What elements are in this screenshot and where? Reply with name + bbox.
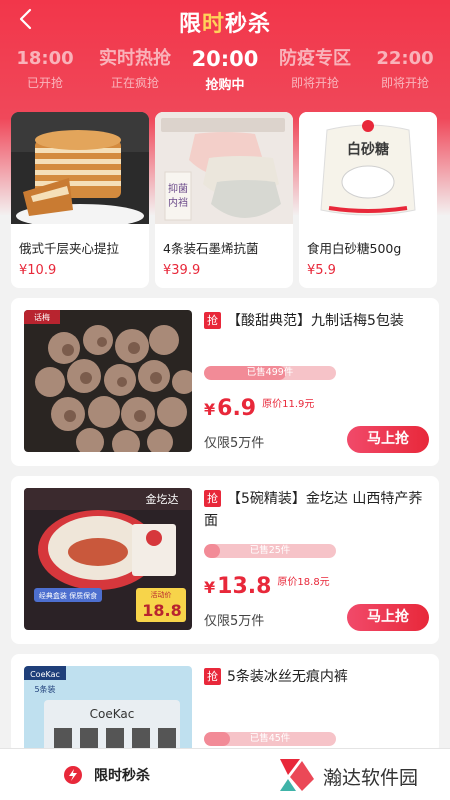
tab-status: 已开抢 bbox=[26, 76, 63, 90]
original-price: 原价11.9元 bbox=[262, 399, 315, 410]
product-name: 4条装石墨烯抗菌 bbox=[163, 241, 259, 256]
sold-count: 已售499件 bbox=[246, 367, 294, 378]
buy-now-button[interactable]: 马上抢 bbox=[347, 426, 429, 453]
tab-status: 即将开抢 bbox=[380, 76, 429, 90]
product-name: 俄式千层夹心提拉 bbox=[19, 241, 120, 256]
sale-price: 6.9 bbox=[217, 396, 257, 421]
sold-progress-bar: 已售45件 bbox=[204, 732, 336, 746]
image-brand: CoeKac bbox=[30, 670, 60, 679]
featured-products: 俄式千层夹心提拉 ¥10.9 抑菌 内裆 4条装石墨烯抗菌 ¥39.9 白砂糖 … bbox=[11, 112, 439, 288]
qiang-badge: 抢 bbox=[204, 668, 221, 685]
item-title-text: 5条装冰丝无痕内裤 bbox=[227, 669, 348, 685]
item-title: 抢 5条装冰丝无痕内裤 bbox=[204, 666, 429, 688]
sale-price: 13.8 bbox=[217, 574, 272, 599]
product-name: 食用白砂糖500g bbox=[307, 241, 402, 256]
item-details: 抢【5碗精装】金圪达 山西特产荞面 已售25件 ¥ 13.8 原价18.8元 仅… bbox=[204, 488, 429, 638]
product-price: ¥39.9 bbox=[163, 263, 201, 278]
tab-time: 18:00 bbox=[16, 48, 74, 69]
price-row: ¥ 6.9 原价11.9元 bbox=[204, 396, 314, 421]
buy-now-button[interactable]: 马上抢 bbox=[347, 604, 429, 631]
tab-flash-sale[interactable]: 限时秒杀 bbox=[64, 765, 150, 785]
image-caption-2: 内裆 bbox=[168, 196, 188, 209]
tab-status: 抢购中 bbox=[205, 78, 245, 93]
flash-sale-item[interactable]: 金圪达 经典盒装 保质保食 活动价 18.8 抢【5碗精装】金圪达 山西特产荞面… bbox=[11, 476, 439, 644]
tab-time: 22:00 bbox=[376, 48, 434, 69]
item-title: 抢【酸甜典范】九制话梅5包装 bbox=[204, 310, 429, 332]
product-image: 白砂糖 bbox=[299, 112, 437, 224]
tab-time: 防疫专区 bbox=[279, 48, 351, 69]
watermark-text: 瀚达软件园 bbox=[323, 767, 419, 789]
image-caption-1: 抑菌 bbox=[168, 183, 188, 195]
sold-count: 已售25件 bbox=[249, 545, 291, 556]
product-image: 话梅 bbox=[24, 310, 192, 452]
title-part-1: 限 bbox=[178, 12, 202, 37]
image-brand-large: CoeKac bbox=[90, 707, 135, 721]
item-details: 抢【酸甜典范】九制话梅5包装 已售499件 ¥ 6.9 原价11.9元 仅限5万… bbox=[204, 310, 429, 460]
bottom-tab-bar: 限时秒杀 瀚达软件园 bbox=[0, 748, 450, 800]
image-badge: 经典盒装 保质保食 bbox=[39, 591, 97, 600]
price-row: ¥ 13.8 原价18.8元 bbox=[204, 574, 330, 599]
title-part-2: 秒杀 bbox=[225, 12, 272, 37]
image-caption: 话梅 bbox=[34, 312, 50, 322]
product-price: ¥10.9 bbox=[19, 263, 57, 278]
tab-time: 实时热抢 bbox=[99, 48, 171, 69]
tab-1800[interactable]: 18:00 已开抢 bbox=[0, 46, 90, 102]
item-title: 抢【5碗精装】金圪达 山西特产荞面 bbox=[204, 488, 429, 532]
image-brand: 金圪达 bbox=[146, 492, 179, 506]
product-image: 抑菌 内裆 bbox=[155, 112, 293, 224]
product-image: CoeKac 5条装 CoeKac bbox=[24, 666, 192, 754]
stock-limit: 仅限5万件 bbox=[204, 436, 265, 451]
title-highlight: 时 bbox=[201, 12, 225, 37]
tab-epidemic-zone[interactable]: 防疫专区 即将开抢 bbox=[270, 46, 360, 102]
image-caption: 白砂糖 bbox=[347, 141, 389, 158]
sold-progress-bar: 已售25件 bbox=[204, 544, 336, 558]
qiang-badge: 抢 bbox=[204, 312, 221, 329]
currency-symbol: ¥ bbox=[204, 400, 216, 419]
featured-card[interactable]: 白砂糖 食用白砂糖500g ¥5.9 bbox=[299, 112, 437, 288]
tab-time: 20:00 bbox=[191, 47, 259, 71]
item-title-text: 【5碗精装】金圪达 山西特产荞面 bbox=[204, 491, 423, 529]
tab-status: 即将开抢 bbox=[290, 76, 339, 90]
product-image: 金圪达 经典盒装 保质保食 活动价 18.8 bbox=[24, 488, 192, 630]
image-count: 5条装 bbox=[34, 684, 55, 694]
tab-2200[interactable]: 22:00 即将开抢 bbox=[360, 46, 450, 102]
tab-status: 正在疯抢 bbox=[110, 76, 159, 90]
tab-label: 限时秒杀 bbox=[94, 768, 150, 784]
flash-sale-item[interactable]: CoeKac 5条装 CoeKac 抢 5条装冰丝无痕内裤 已售45件 bbox=[11, 654, 439, 754]
tab-realtime-hot[interactable]: 实时热抢 正在疯抢 bbox=[90, 46, 180, 102]
product-image bbox=[11, 112, 149, 224]
watermark-logo-icon bbox=[276, 755, 318, 795]
qiang-badge: 抢 bbox=[204, 490, 221, 507]
product-price: ¥5.9 bbox=[307, 263, 336, 278]
featured-card[interactable]: 抑菌 内裆 4条装石墨烯抗菌 ¥39.9 bbox=[155, 112, 293, 288]
item-title-text: 【酸甜典范】九制话梅5包装 bbox=[227, 313, 404, 329]
tab-2000[interactable]: 20:00 抢购中 bbox=[180, 46, 270, 102]
page-title: 限时秒杀 bbox=[0, 6, 450, 38]
image-price: 18.8 bbox=[142, 601, 181, 620]
original-price: 原价18.8元 bbox=[277, 577, 330, 588]
image-promo-label: 活动价 bbox=[151, 590, 172, 599]
item-details: 抢 5条装冰丝无痕内裤 已售45件 bbox=[204, 666, 429, 754]
featured-card[interactable]: 俄式千层夹心提拉 ¥10.9 bbox=[11, 112, 149, 288]
time-slot-tabs: 18:00 已开抢 实时热抢 正在疯抢 20:00 抢购中 防疫专区 即将开抢 … bbox=[0, 46, 450, 102]
flash-sale-item[interactable]: 话梅 抢【酸甜典范】九制话梅5包装 已售499件 ¥ 6.9 原价11.9元 仅… bbox=[11, 298, 439, 466]
sold-progress-bar: 已售499件 bbox=[204, 366, 336, 380]
top-bar: 限时秒杀 bbox=[0, 0, 450, 40]
sold-count: 已售45件 bbox=[249, 733, 291, 744]
lightning-icon bbox=[64, 766, 82, 784]
stock-limit: 仅限5万件 bbox=[204, 614, 265, 629]
currency-symbol: ¥ bbox=[204, 578, 216, 597]
